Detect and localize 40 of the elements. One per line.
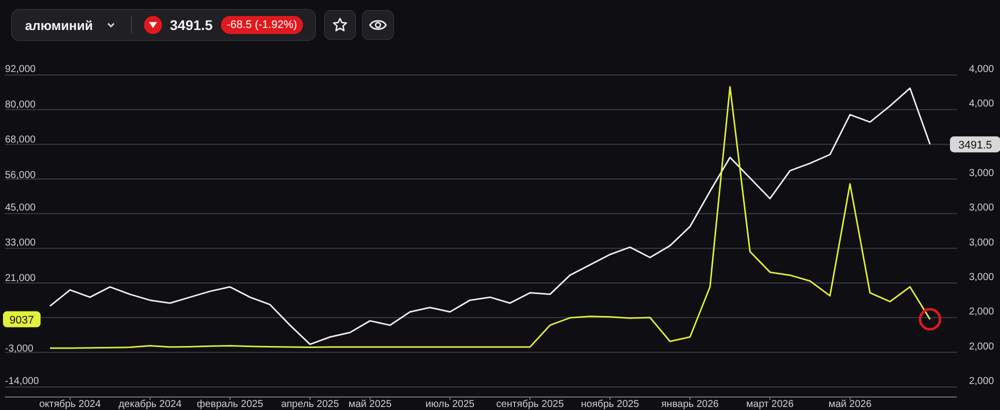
axis-label: сентябрь 2025	[496, 399, 564, 410]
axis-label: 80,000	[5, 99, 36, 110]
view-button[interactable]	[362, 10, 394, 40]
axis-label: июль 2025	[426, 399, 474, 410]
axis-label: декабрь 2024	[118, 399, 182, 410]
axis-label: январь 2026	[661, 399, 719, 410]
axis-label: -14,000	[5, 376, 39, 387]
axis-label: май 2025	[348, 399, 392, 410]
star-icon	[332, 17, 348, 33]
instrument-selector[interactable]: алюминий	[20, 18, 123, 32]
axis-label: ноябрь 2025	[580, 399, 640, 410]
value-label: 3491.5	[950, 136, 1000, 152]
axis-label: 3,000	[968, 272, 994, 283]
axis-label: 2,000	[968, 306, 994, 318]
value-label: 9037	[3, 311, 41, 328]
price-change: -68.5 (-1.92%)	[220, 16, 304, 34]
axis-label: 3,000	[968, 202, 994, 214]
axis-label: 21,000	[5, 272, 36, 284]
axis-label: -3,000	[5, 344, 34, 355]
axis-label: март 2026	[746, 399, 794, 410]
axis-label: 2,000	[968, 376, 994, 387]
axis-label: апрель 2025	[281, 399, 339, 410]
caret-icon	[106, 22, 115, 28]
circle-marker	[918, 308, 942, 331]
eye-icon	[369, 18, 388, 32]
axis-label: 68,000	[5, 134, 36, 146]
axis-label: май 2026	[828, 399, 872, 410]
axis-label: 56,000	[5, 170, 36, 181]
axis-label: октябрь 2024	[39, 399, 101, 410]
axis-label: 33,000	[5, 238, 36, 249]
axis-label: февраль 2025	[196, 399, 264, 410]
axis-label: 92,000	[5, 64, 36, 75]
axis-label: 3,000	[968, 168, 994, 179]
favorite-button[interactable]	[324, 10, 356, 40]
axis-label: 4,000	[968, 64, 994, 75]
axis-label: 3,000	[968, 237, 994, 248]
axis-label: 4,000	[968, 98, 994, 110]
price-value: 3491.5	[170, 17, 213, 33]
axis-label: 2,000	[968, 341, 994, 352]
axis-label: 45,000	[5, 202, 36, 214]
